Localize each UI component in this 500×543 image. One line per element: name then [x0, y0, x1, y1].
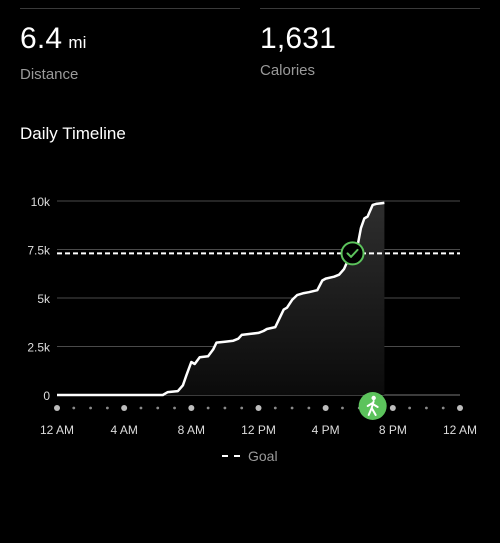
- timeline-dot: [240, 406, 244, 410]
- steps-area-fill: [57, 202, 385, 395]
- timeline-dot: [255, 405, 262, 411]
- distance-value: 6.4: [20, 22, 63, 55]
- timeline-dot: [139, 406, 143, 410]
- timeline-dot: [173, 406, 176, 410]
- timeline-dot: [441, 406, 445, 410]
- timeline-dot: [105, 406, 109, 410]
- timeline-dot: [408, 406, 412, 410]
- timeline-dot: [72, 406, 76, 410]
- chart-legend: Goal: [222, 448, 278, 464]
- calories-label: Calories: [260, 62, 316, 79]
- section-title: Daily Timeline: [20, 124, 126, 143]
- timeline-dot: [290, 406, 294, 410]
- distance-label: Distance: [20, 66, 79, 83]
- distance-unit: mi: [68, 33, 87, 52]
- timeline-dot: [273, 406, 277, 410]
- timeline-dot: [89, 406, 92, 410]
- x-tick-label: 12 PM: [241, 423, 276, 437]
- divider-right: [260, 8, 480, 9]
- y-tick-label: 0: [43, 389, 50, 403]
- goal-legend-label: Goal: [248, 448, 278, 464]
- timeline-dot: [389, 405, 396, 411]
- x-tick-label: 4 PM: [312, 423, 340, 437]
- timeline-dot: [425, 406, 428, 410]
- y-tick-label: 2.5k: [27, 341, 51, 355]
- y-tick-label: 10k: [31, 195, 51, 209]
- timeline-dot: [188, 405, 195, 411]
- timeline-dot: [223, 406, 227, 410]
- y-tick-label: 5k: [37, 292, 51, 306]
- walking-head: [371, 395, 376, 401]
- x-tick-label: 8 PM: [379, 423, 407, 437]
- divider-left: [20, 8, 240, 9]
- timeline-dot: [322, 405, 329, 411]
- timeline-dot: [341, 406, 344, 410]
- y-tick-label: 7.5k: [27, 244, 51, 258]
- calories-value: 1,631: [260, 22, 337, 55]
- timeline-dot: [307, 406, 311, 410]
- timeline-dot: [121, 405, 128, 411]
- timeline-dot: [206, 406, 210, 410]
- daily-timeline-chart: 0 2.5k 5k 7.5k 10k 12 AM 4 AM 8 AM 12 PM 4 PM 8 P…: [27, 195, 477, 437]
- check-circle-icon: [340, 241, 365, 266]
- x-tick-label: 12 AM: [40, 423, 74, 437]
- x-tick-label: 8 AM: [178, 423, 205, 437]
- timeline-dot: [457, 405, 463, 411]
- x-tick-label: 4 AM: [110, 423, 137, 437]
- check-circle-ring: [340, 241, 365, 266]
- timeline-dot: [54, 405, 60, 411]
- timeline-dot: [156, 406, 160, 410]
- x-tick-label: 12 AM: [443, 423, 477, 437]
- distance-value-row: 6.4 mi: [20, 22, 87, 60]
- walking-icon: [358, 392, 387, 420]
- goal-legend-dash: [222, 455, 240, 457]
- calories-stat: 1,631 Calories: [260, 22, 336, 79]
- distance-stat: 6.4 mi Distance: [20, 22, 87, 83]
